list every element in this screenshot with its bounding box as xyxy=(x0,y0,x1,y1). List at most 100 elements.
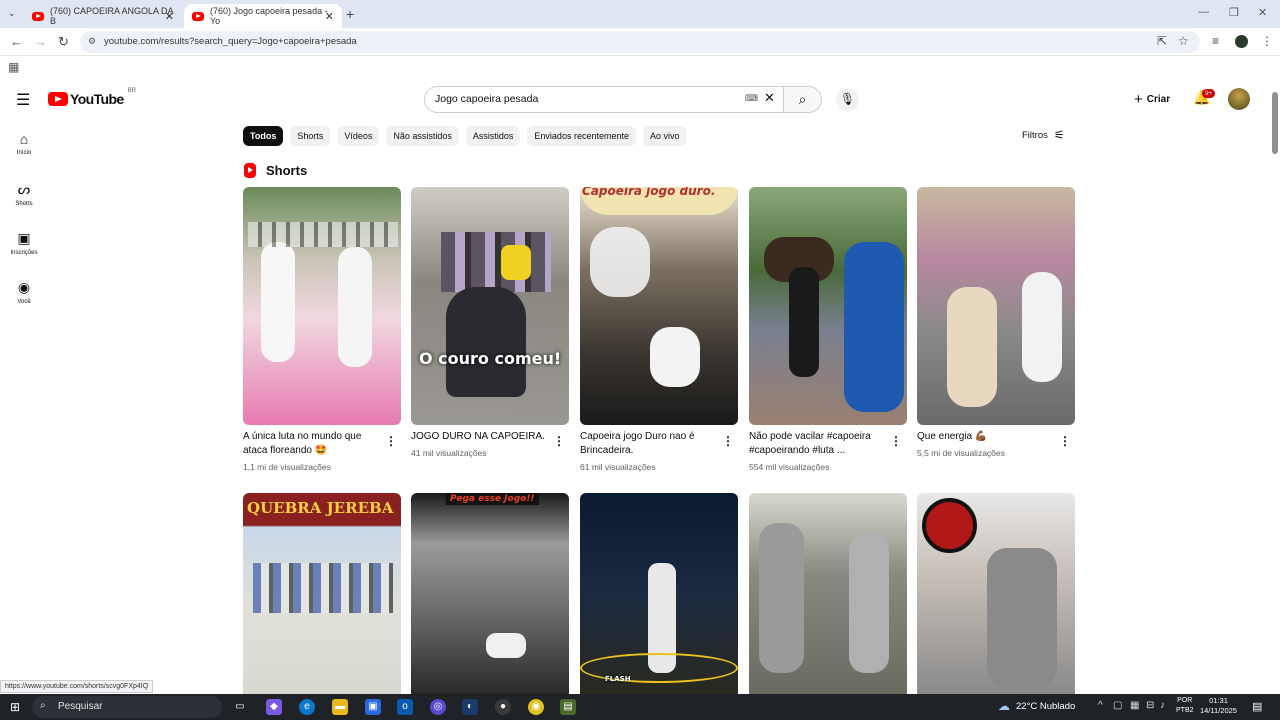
rail-item-you[interactable]: ◉ Você xyxy=(0,279,48,305)
youtube-icon xyxy=(192,11,204,21)
short-thumbnail-6[interactable]: QUEBRA JEREBA xyxy=(243,493,401,694)
short-thumbnail-2[interactable]: O couro comeu! xyxy=(411,187,569,425)
taskbar-search[interactable]: Pesquisar xyxy=(32,696,222,718)
app-icon[interactable]: ▤ xyxy=(560,699,576,715)
filters-button[interactable]: Filtros ⚟ xyxy=(1022,128,1065,142)
short-thumbnail-1[interactable] xyxy=(243,187,401,425)
keyboard-icon[interactable]: ⌨ xyxy=(745,93,758,104)
short-title[interactable]: Que energia 💪🏾 xyxy=(917,430,1055,444)
short-views: 61 mil visualizações xyxy=(580,462,656,472)
tray-overflow-icon[interactable]: ^ xyxy=(1098,700,1103,711)
site-info-icon[interactable]: ⚙ xyxy=(88,36,96,47)
rail-item-home[interactable]: ⌂ Início xyxy=(0,131,48,156)
url-field[interactable]: youtube.com/results?search_query=Jogo+ca… xyxy=(80,31,1200,53)
media-control-icon[interactable]: ≡ xyxy=(1212,34,1219,48)
short-thumbnail-5[interactable] xyxy=(917,187,1075,425)
search-input[interactable] xyxy=(435,93,735,105)
plus-icon: + xyxy=(1134,90,1143,108)
copilot-icon[interactable]: ◆ xyxy=(266,699,282,715)
weather-widget[interactable]: ☁ 22°C Nublado xyxy=(998,699,1075,713)
chip-shorts[interactable]: Shorts xyxy=(290,126,331,146)
chip-assistidos[interactable]: Assistidos xyxy=(465,126,521,146)
voice-search-button[interactable]: 🎙 xyxy=(836,88,859,111)
account-avatar[interactable] xyxy=(1228,88,1250,110)
outlook-icon[interactable]: o xyxy=(397,699,413,715)
tab-search-icon[interactable]: ⌄ xyxy=(8,8,16,19)
reload-icon[interactable]: ↻ xyxy=(58,34,69,50)
tray-app-icon[interactable]: ▢ xyxy=(1113,700,1122,711)
profile-avatar[interactable] xyxy=(1235,35,1248,48)
bookmark-star-icon[interactable]: ☆ xyxy=(1178,34,1189,48)
more-actions-icon[interactable]: ⋮ xyxy=(722,434,734,448)
tab-label: (760) Jogo capoeira pesada - Yo xyxy=(210,6,328,26)
apps-grid-icon[interactable]: ▦ xyxy=(8,60,19,74)
tray-app-icon[interactable]: ▦ xyxy=(1130,700,1139,711)
forward-icon[interactable]: → xyxy=(34,34,47,49)
search-box[interactable] xyxy=(424,86,784,113)
short-thumbnail-7[interactable]: Pega esse Jogo!! xyxy=(411,493,569,694)
new-tab-icon[interactable]: + xyxy=(346,6,354,22)
network-icon[interactable]: ⊟ xyxy=(1146,700,1154,711)
short-overlay-text: FLASH xyxy=(605,675,631,683)
close-icon[interactable]: ✕ xyxy=(165,10,174,23)
rail-item-shorts[interactable]: ᔕ Shorts xyxy=(0,181,48,207)
short-thumbnail-8[interactable]: FLASH xyxy=(580,493,738,694)
clear-search-icon[interactable]: ✕ xyxy=(764,90,775,106)
store-icon[interactable]: ▣ xyxy=(365,699,381,715)
more-actions-icon[interactable]: ⋮ xyxy=(385,434,397,448)
chip-ao-vivo[interactable]: Ao vivo xyxy=(642,126,687,146)
short-overlay-text: O couro comeu! xyxy=(419,349,562,368)
notifications-icon[interactable]: ▤ xyxy=(1252,700,1262,713)
short-title[interactable]: Não pode vacilar #capoeira #capoeirando … xyxy=(749,430,887,458)
filter-sliders-icon: ⚟ xyxy=(1053,128,1065,142)
chip-todos[interactable]: Todos xyxy=(243,126,284,146)
notification-badge: 9+ xyxy=(1202,89,1216,98)
create-button[interactable]: + Criar xyxy=(1124,87,1180,111)
volume-icon[interactable]: ♪ xyxy=(1160,700,1165,711)
minimize-icon[interactable]: — xyxy=(1198,6,1209,18)
browser-tab-1[interactable]: (760) CAPOEIRA ANGOLA DA B ✕ xyxy=(24,4,182,28)
chip-enviados-recentemente[interactable]: Enviados recentemente xyxy=(527,126,636,146)
taskbar-clock[interactable]: 01:31 14/11/2025 xyxy=(1200,696,1237,716)
steam-icon[interactable]: ◐ xyxy=(462,699,478,715)
more-actions-icon[interactable]: ⋮ xyxy=(890,434,902,448)
chip-nao-assistidos[interactable]: Não assistidos xyxy=(386,126,459,146)
short-title[interactable]: Capoeira jogo Duro nao é Brincadeira. xyxy=(580,430,718,458)
input-language[interactable]: POR PTB2 xyxy=(1176,696,1194,716)
short-thumbnail-3[interactable]: Capoeira jogo duro. xyxy=(580,187,738,425)
youtube-play-icon xyxy=(48,92,68,106)
discord-icon[interactable]: ◎ xyxy=(430,699,446,715)
youtube-icon xyxy=(32,11,44,21)
short-overlay-text: QUEBRA JEREBA xyxy=(247,499,394,517)
install-app-icon[interactable]: ⇱ xyxy=(1157,34,1167,48)
status-bar-url: https://www.youtube.com/shorts/scvg0FXp4… xyxy=(0,680,154,693)
chip-videos[interactable]: Vídeos xyxy=(337,126,380,146)
windows-start-icon[interactable]: ⊞ xyxy=(10,700,20,714)
task-view-icon[interactable]: ▭ xyxy=(232,699,248,715)
file-explorer-icon[interactable]: ▬ xyxy=(332,699,348,715)
window-close-icon[interactable]: ✕ xyxy=(1258,6,1267,19)
short-title[interactable]: A única luta no mundo que ataca floreand… xyxy=(243,430,381,458)
short-title[interactable]: JOGO DURO NA CAPOEIRA. xyxy=(411,430,549,444)
edge-icon[interactable]: e xyxy=(299,699,315,715)
scrollbar-track[interactable] xyxy=(1270,80,1280,693)
short-thumbnail-4[interactable] xyxy=(749,187,907,425)
search-button[interactable]: ⌕ xyxy=(784,86,822,113)
youtube-logo[interactable]: YouTube BR xyxy=(48,88,136,107)
short-thumbnail-9[interactable] xyxy=(749,493,907,694)
hamburger-menu-icon[interactable]: ☰ xyxy=(16,90,30,110)
browser-tab-2[interactable]: (760) Jogo capoeira pesada - Yo ✕ xyxy=(184,4,342,28)
close-icon[interactable]: ✕ xyxy=(325,10,334,23)
tab-label: (760) CAPOEIRA ANGOLA DA B xyxy=(50,6,174,26)
more-actions-icon[interactable]: ⋮ xyxy=(1059,434,1071,448)
browser-menu-icon[interactable]: ⋮ xyxy=(1261,34,1273,48)
obs-icon[interactable]: ● xyxy=(495,699,511,715)
chrome-icon[interactable]: ◉ xyxy=(528,699,544,715)
scrollbar-thumb[interactable] xyxy=(1272,92,1278,154)
rail-item-subscriptions[interactable]: ▣ Inscrições xyxy=(0,230,48,256)
short-views: 5,5 mi de visualizações xyxy=(917,448,1005,458)
back-icon[interactable]: ← xyxy=(10,34,23,49)
more-actions-icon[interactable]: ⋮ xyxy=(553,434,565,448)
restore-icon[interactable]: ❐ xyxy=(1229,6,1239,19)
short-thumbnail-10[interactable] xyxy=(917,493,1075,694)
